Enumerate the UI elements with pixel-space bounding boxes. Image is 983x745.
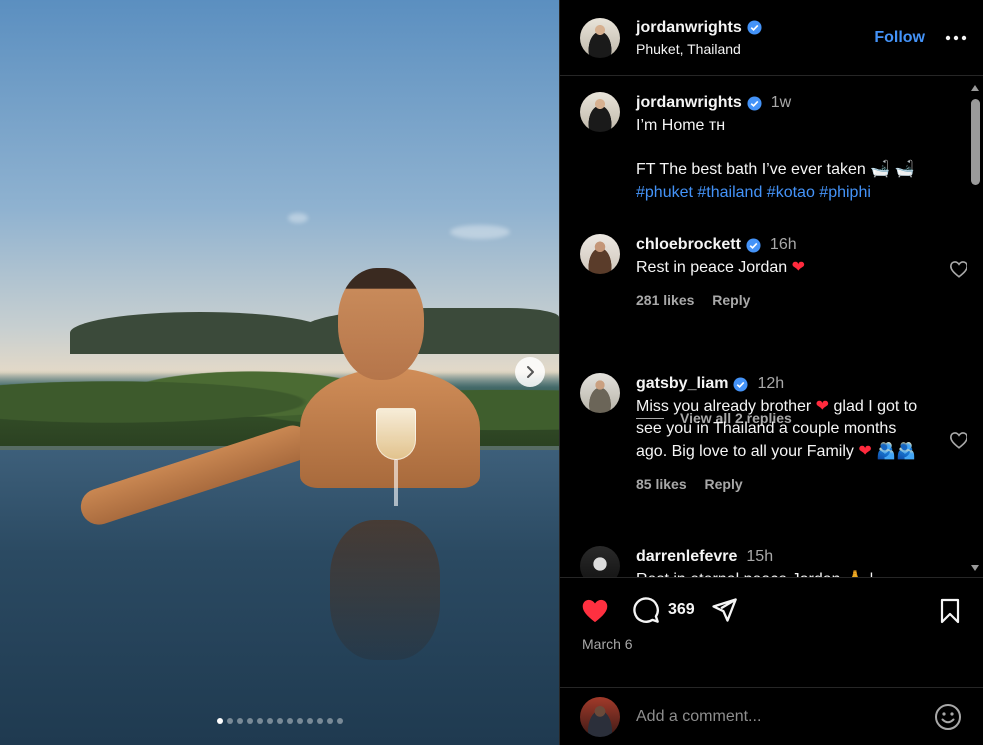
emoji-icon[interactable] xyxy=(934,703,962,731)
scroll-up-arrow-icon[interactable] xyxy=(971,85,979,91)
comment: chloebrockett 16h Rest in peace Jordan ❤… xyxy=(580,234,968,312)
verified-badge-icon xyxy=(746,238,761,253)
caption-line: FT The best bath I’ve ever taken 🛁 🛁 xyxy=(636,161,915,178)
add-comment-bar xyxy=(560,687,983,745)
carousel-dots xyxy=(0,718,559,724)
red-heart-emoji: ❤ xyxy=(858,442,872,460)
verified-badge-icon xyxy=(747,96,762,111)
carousel-dot xyxy=(296,718,303,724)
carousel-dot xyxy=(286,718,293,724)
heart-icon[interactable] xyxy=(580,597,610,624)
comment-like-icon[interactable] xyxy=(949,260,968,278)
comment-icon[interactable] xyxy=(632,596,660,624)
avatar[interactable] xyxy=(580,17,620,58)
action-bar: 369 March 6 xyxy=(560,577,983,687)
carousel-dot xyxy=(276,718,283,724)
reply-button[interactable]: Reply xyxy=(712,292,750,308)
avatar xyxy=(580,696,620,737)
carousel-dot xyxy=(226,718,233,724)
hashtag-link[interactable]: #phiphi xyxy=(819,184,871,201)
red-heart-emoji: ❤ xyxy=(791,258,806,276)
comment-like-icon[interactable] xyxy=(949,431,968,449)
island xyxy=(70,312,330,354)
post-date[interactable]: March 6 xyxy=(582,636,633,652)
carousel-dot xyxy=(316,718,323,724)
comments-scrollbar[interactable] xyxy=(967,77,983,577)
comments-list[interactable]: jordanwrights 1w I’m Home ᴛʜ FT The best… xyxy=(560,77,968,577)
wine-glass xyxy=(376,408,416,508)
avatar[interactable] xyxy=(580,373,620,413)
more-options-icon[interactable] xyxy=(945,35,967,41)
likes-count[interactable]: 85 likes xyxy=(636,476,687,492)
avatar[interactable] xyxy=(580,92,620,132)
carousel-next-button[interactable] xyxy=(515,357,545,387)
carousel-dot xyxy=(266,718,273,724)
post-panel: jordanwrights Phuket, Thailand Follow jo… xyxy=(559,0,983,745)
comment-username[interactable]: darrenlefevre xyxy=(636,546,737,569)
cloud xyxy=(288,213,308,223)
carousel-dot xyxy=(246,718,253,724)
comment-username[interactable]: chloebrockett xyxy=(636,234,741,257)
reply-button[interactable]: Reply xyxy=(705,476,743,492)
bookmark-icon[interactable] xyxy=(938,598,962,624)
share-icon[interactable] xyxy=(709,596,739,624)
caption-time: 1w xyxy=(770,94,792,111)
hashtag-link[interactable]: #phuket xyxy=(636,184,693,201)
carousel-dot xyxy=(306,718,313,724)
carousel-dot xyxy=(326,718,333,724)
comment-time: 15h xyxy=(746,548,774,565)
avatar[interactable] xyxy=(580,234,620,274)
header-username[interactable]: jordanwrights xyxy=(636,19,742,37)
comment: darrenlefevre 15h Rest in eternal peace … xyxy=(580,546,960,577)
avatar[interactable] xyxy=(580,546,620,577)
comment-emoji: 🫂🫂 xyxy=(876,442,917,460)
comment: gatsby_liam 12h Miss you already brother… xyxy=(580,373,968,496)
chevron-right-icon xyxy=(527,366,534,378)
reflection xyxy=(330,520,440,660)
comment-count: 369 xyxy=(668,601,695,618)
post-header: jordanwrights Phuket, Thailand Follow xyxy=(560,0,983,76)
cloud xyxy=(450,225,510,239)
hashtags: #phuket #thailand #kotao #phiphi xyxy=(636,182,960,205)
likes-count[interactable]: 281 likes xyxy=(636,292,694,308)
verified-badge-icon xyxy=(733,377,749,392)
red-heart-emoji: ❤ xyxy=(815,397,830,415)
carousel-dot xyxy=(336,718,343,724)
location-link[interactable]: Phuket, Thailand xyxy=(636,41,874,57)
caption-line: I’m Home ᴛʜ xyxy=(636,116,726,134)
comment-text: Rest in peace Jordan xyxy=(636,258,788,276)
carousel-dot xyxy=(236,718,243,724)
caption: jordanwrights 1w I’m Home ᴛʜ FT The best… xyxy=(580,92,960,204)
comment-input[interactable] xyxy=(636,707,934,726)
hashtag-link[interactable]: #kotao xyxy=(767,184,815,201)
comment-text: Rest in eternal peace Jordan 🙏 | xyxy=(636,569,960,578)
carousel-dot xyxy=(256,718,263,724)
comment-time: 12h xyxy=(757,375,785,392)
comment-time: 16h xyxy=(769,236,797,253)
caption-username[interactable]: jordanwrights xyxy=(636,92,742,115)
scroll-down-arrow-icon[interactable] xyxy=(971,565,979,571)
hashtag-link[interactable]: #thailand xyxy=(697,184,762,201)
verified-badge-icon xyxy=(747,20,762,35)
scroll-thumb[interactable] xyxy=(971,99,980,185)
comment-username[interactable]: gatsby_liam xyxy=(636,373,728,396)
follow-button[interactable]: Follow xyxy=(874,29,925,47)
post-media[interactable] xyxy=(0,0,559,745)
carousel-dot xyxy=(216,718,223,724)
comment-text: Miss you already brother xyxy=(636,397,812,415)
